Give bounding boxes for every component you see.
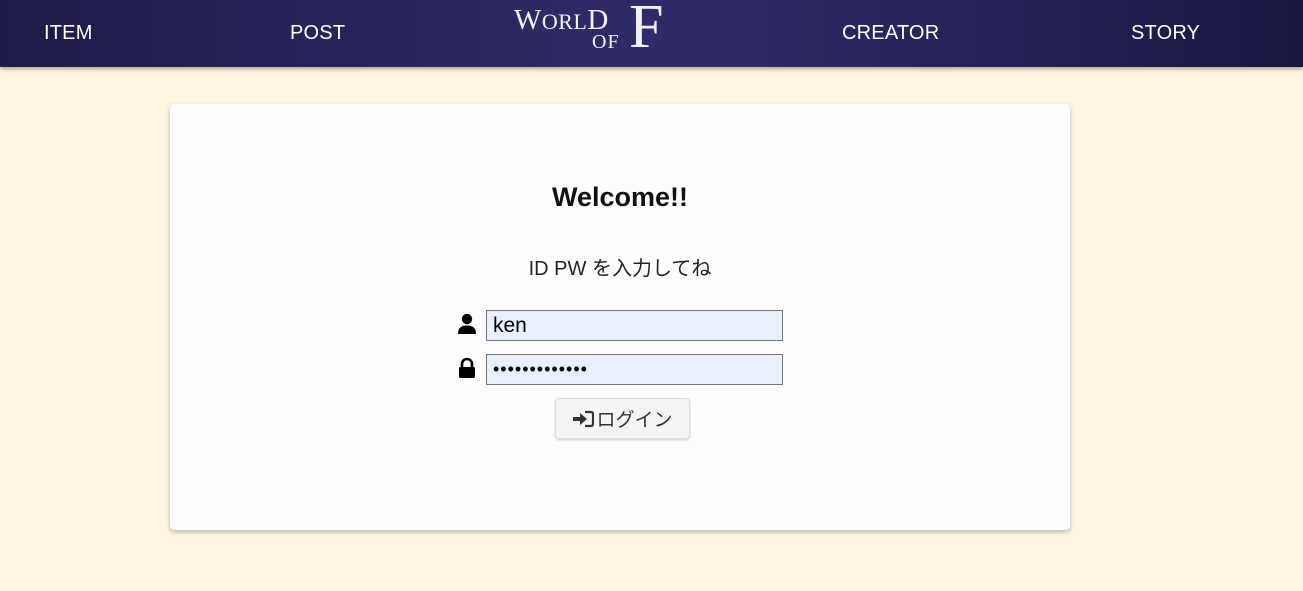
site-logo[interactable]: WORLD OF F xyxy=(512,0,672,60)
nav-item-story[interactable]: STORY xyxy=(1131,22,1200,45)
logo-of-text: OF xyxy=(592,31,620,53)
top-navbar: ITEM POST WORLD OF F CREATOR STORY xyxy=(0,0,1303,67)
sign-in-icon xyxy=(573,410,595,427)
login-button[interactable]: ログイン xyxy=(555,398,690,439)
username-input[interactable] xyxy=(486,310,783,341)
nav-item-creator[interactable]: CREATOR xyxy=(842,22,939,45)
welcome-heading: Welcome!! xyxy=(551,182,689,212)
login-instruction: ID PW を入力してね xyxy=(528,258,712,280)
nav-item-item[interactable]: ITEM xyxy=(44,22,93,45)
login-button-label: ログイン xyxy=(596,409,673,431)
lock-icon xyxy=(457,357,477,379)
user-icon xyxy=(457,313,477,335)
password-input[interactable] xyxy=(486,354,783,385)
login-card: Welcome!! ID PW を入力してね ログイン xyxy=(170,104,1070,530)
nav-item-post[interactable]: POST xyxy=(290,22,345,45)
logo-f-letter: F xyxy=(629,0,664,61)
